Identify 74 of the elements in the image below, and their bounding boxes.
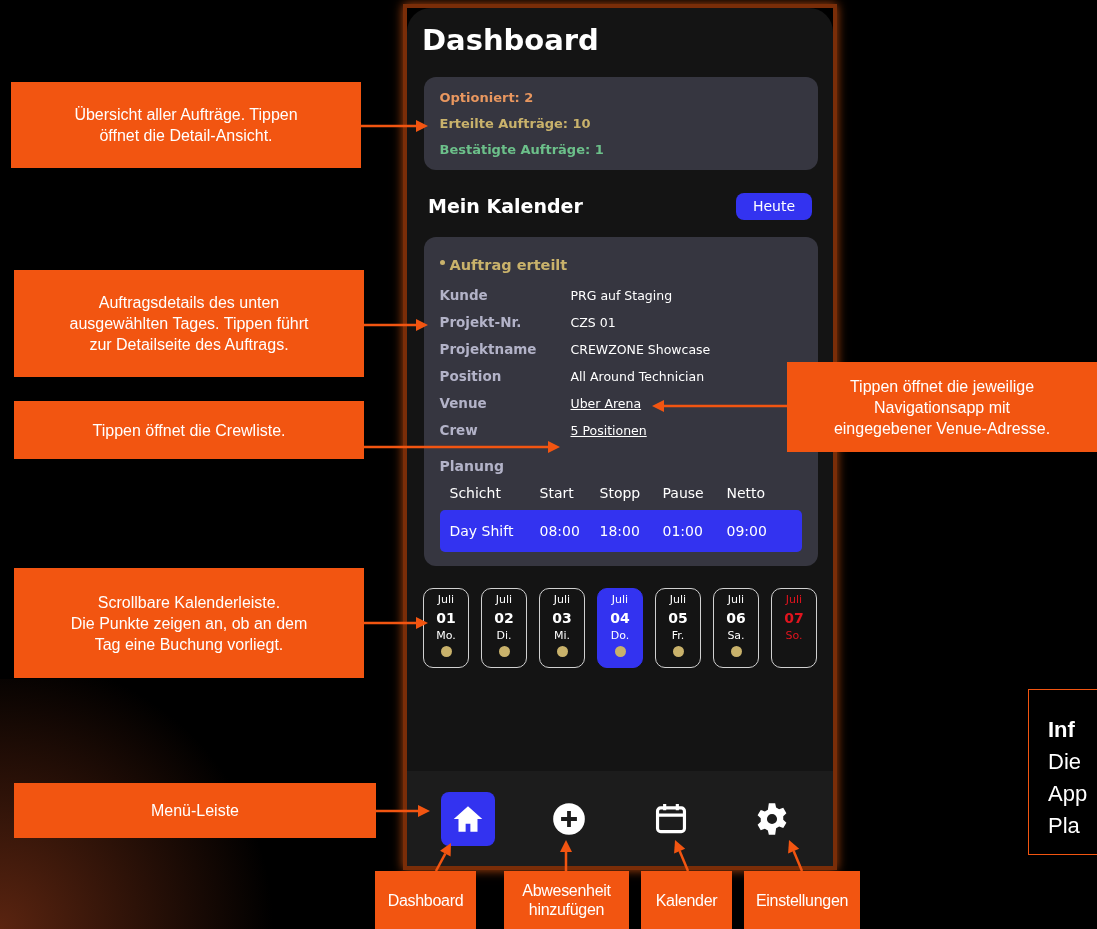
table-cell-text: Day Shift — [449, 521, 515, 541]
column-header: Stopp — [599, 484, 642, 504]
column-header: Schicht — [449, 484, 502, 504]
day-month: Juli — [785, 593, 803, 608]
day-chip[interactable]: Juli 02 Di. — [481, 588, 527, 669]
field-label: Projektname — [439, 340, 538, 360]
day-chip[interactable]: Juli 01 Mo. — [423, 588, 469, 669]
field-link[interactable]: Uber Arena — [570, 394, 642, 414]
field-value: PRG auf Staging — [570, 287, 674, 306]
day-number: 06 — [726, 609, 746, 629]
column-header: Netto — [726, 484, 767, 504]
field-label: Projekt-Nr. — [439, 313, 523, 333]
callout-text: Übersicht aller Aufträge. Tippen öffnet die Detail-Ansicht. — [74, 105, 298, 146]
day-month: Juli — [669, 593, 687, 608]
callout-text: Abwesenheit hinzufügen — [522, 881, 611, 919]
day-number: 05 — [668, 609, 688, 629]
day-weekday: Mo. — [436, 629, 456, 644]
nav-button[interactable] — [440, 791, 495, 846]
callout-text: Auftragsdetails des unten ausgewählten Tages. Tippen führt zur Detailseite des Auftrags. — [69, 293, 309, 355]
day-weekday: So. — [785, 629, 803, 644]
table-cell-text: 01:00 — [662, 521, 704, 541]
day-number: 02 — [494, 609, 514, 629]
table-cell-text: 09:00 — [726, 521, 768, 541]
summary-card[interactable]: Optioniert: 2 Erteilte Aufträge: 10 Bestätigte Aufträge: 1 — [423, 77, 818, 170]
day-number: 01 — [436, 609, 456, 629]
field-label: Crew — [439, 421, 479, 441]
day-month: Juli — [727, 593, 745, 608]
day-weekday: Di. — [496, 629, 512, 644]
day-chip[interactable]: Juli 07 So. — [771, 588, 817, 669]
screen-title: Dashboard — [422, 26, 600, 55]
planning-title: Planung — [439, 457, 505, 477]
field-label: Position — [439, 367, 503, 387]
day-month: Juli — [611, 593, 629, 608]
field-value: CREWZONE Showcase — [570, 341, 712, 360]
day-weekday: Sa. — [727, 629, 745, 644]
day-number: 04 — [610, 609, 630, 629]
day-chip[interactable]: Juli 05 Fr. — [655, 588, 701, 669]
day-chip[interactable]: Juli 04 Do. — [597, 588, 643, 669]
section-title: Mein Kalender — [428, 194, 583, 219]
order-card[interactable] — [423, 236, 818, 567]
day-weekday: Do. — [610, 629, 630, 644]
table-cell-text: 18:00 — [599, 521, 641, 541]
today-button[interactable]: Heute — [736, 192, 812, 220]
table-cell-text: 08:00 — [539, 521, 581, 541]
field-link[interactable]: 5 Positionen — [570, 421, 647, 441]
shift-row[interactable]: Day Shift 08:00 18:00 01:00 09:00 — [439, 510, 802, 553]
field-value: CZS 01 — [570, 314, 617, 333]
column-header: Start — [539, 484, 575, 504]
callout-text: Tippen öffnet die jeweilige Navigationsapp mit eingegebener Venue-Adresse. — [833, 376, 1051, 439]
callout-text: Dashboard — [387, 890, 464, 910]
day-chip[interactable]: Juli 06 Sa. — [713, 588, 759, 669]
day-number: 07 — [784, 609, 804, 629]
field-value: All Around Technician — [570, 368, 706, 387]
callout-text: Menü-Leiste — [150, 801, 239, 821]
callout-text: Einstellungen — [755, 890, 849, 910]
summary-line: Optioniert: 2 — [439, 89, 535, 107]
callout-text: Scrollbare Kalenderleiste. Die Punkte zeigen an, ob an dem Tag eine Buchung vorliegt. — [70, 592, 308, 655]
day-month: Juli — [437, 593, 455, 608]
callout-text: Tippen öffnet die Crewliste. — [92, 420, 286, 441]
info-title: Inf — [1048, 716, 1076, 744]
day-number: 03 — [552, 609, 572, 629]
info-text: Die App Pla — [1048, 748, 1089, 840]
summary-line: Erteilte Aufträge: 10 — [439, 115, 592, 133]
day-month: Juli — [495, 593, 513, 608]
day-weekday: Mi. — [553, 629, 570, 644]
order-status: Auftrag erteilt — [449, 255, 568, 275]
field-label: Kunde — [439, 286, 489, 306]
day-weekday: Fr. — [671, 629, 685, 644]
column-header: Pause — [662, 484, 705, 504]
summary-line: Bestätigte Aufträge: 1 — [439, 141, 605, 159]
field-label: Venue — [439, 394, 488, 414]
callout-text: Kalender — [655, 890, 718, 910]
day-chip[interactable]: Juli 03 Mi. — [539, 588, 585, 669]
day-month: Juli — [553, 593, 571, 608]
